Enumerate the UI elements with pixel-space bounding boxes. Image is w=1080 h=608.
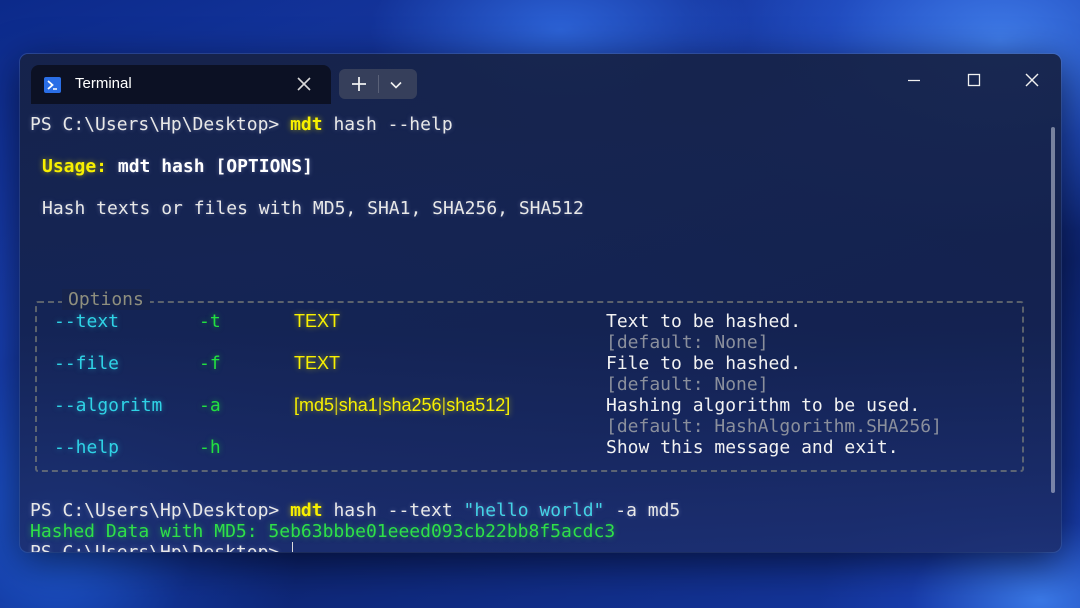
option-desc: Hashing algorithm to be used. xyxy=(606,395,921,416)
scrollbar[interactable] xyxy=(1051,127,1055,493)
close-tab-icon[interactable] xyxy=(294,74,314,94)
prompt: PS C:\Users\Hp\Desktop> xyxy=(30,500,280,521)
option-short: -a xyxy=(199,395,221,416)
usage-text: mdt hash [OPTIONS] xyxy=(117,156,313,177)
option-default: [default: HashAlgorithm.SHA256] xyxy=(606,416,942,437)
minimize-icon[interactable] xyxy=(904,70,924,90)
command-line: PS C:\Users\Hp\Desktop> mdt hash --text … xyxy=(30,500,680,521)
quoted-argument: "hello world" xyxy=(463,500,605,521)
command-args: -a md5 xyxy=(615,500,681,521)
tab-label: Terminal xyxy=(75,75,132,92)
command-exe: mdt xyxy=(290,114,323,135)
prompt: PS C:\Users\Hp\Desktop> xyxy=(30,542,279,552)
option-short: -h xyxy=(199,437,221,458)
divider xyxy=(378,75,379,93)
option-short: -t xyxy=(199,311,221,332)
command-line[interactable]: PS C:\Users\Hp\Desktop> xyxy=(30,542,294,552)
command-args: hash --text xyxy=(333,500,453,521)
prompt: PS C:\Users\Hp\Desktop> xyxy=(30,114,280,135)
terminal-output[interactable]: PS C:\Users\Hp\Desktop> mdt hash --help … xyxy=(20,104,1061,552)
tab-terminal[interactable]: Terminal xyxy=(31,65,331,104)
option-long: --file xyxy=(54,353,120,374)
command-args: hash --help xyxy=(333,114,453,135)
title-bar[interactable]: Terminal xyxy=(20,54,1061,104)
option-type: TEXT xyxy=(294,353,341,373)
hash-result: Hashed Data with MD5: 5eb63bbbe01eeed093… xyxy=(30,521,616,542)
option-long: --text xyxy=(54,311,120,332)
chevron-down-icon[interactable] xyxy=(389,77,403,91)
terminal-window: Terminal PS C:\Users\Hp\Desktop> mdt has… xyxy=(20,54,1061,552)
option-default: [default: None] xyxy=(606,374,769,395)
options-title: Options xyxy=(62,289,150,310)
option-desc: Show this message and exit. xyxy=(606,437,899,458)
command-exe: mdt xyxy=(290,500,323,521)
command-line: PS C:\Users\Hp\Desktop> mdt hash --help xyxy=(30,114,453,135)
text-cursor xyxy=(292,542,294,552)
option-desc: Text to be hashed. xyxy=(606,311,802,332)
option-long: --algoritm xyxy=(54,395,163,416)
choice: sha256 xyxy=(382,395,442,415)
option-desc: File to be hashed. xyxy=(606,353,802,374)
description-line: Hash texts or files with MD5, SHA1, SHA2… xyxy=(42,198,584,219)
usage-line: Usage: mdt hash [OPTIONS] xyxy=(42,156,313,177)
maximize-icon[interactable] xyxy=(964,70,984,90)
choice: md5 xyxy=(299,395,335,415)
powershell-icon xyxy=(44,77,61,93)
option-short: -f xyxy=(199,353,221,374)
option-type-choices: [md5|sha1|sha256|sha512] xyxy=(294,395,511,415)
close-icon[interactable] xyxy=(1022,70,1042,90)
option-default: [default: None] xyxy=(606,332,769,353)
new-tab-group xyxy=(339,69,417,99)
option-type: TEXT xyxy=(294,311,341,331)
choice: sha1 xyxy=(338,395,378,415)
new-tab-plus-icon[interactable] xyxy=(351,76,367,92)
bracket-close: ] xyxy=(505,395,511,415)
option-long: --help xyxy=(54,437,120,458)
choice: sha512 xyxy=(446,395,506,415)
usage-label: Usage: xyxy=(42,156,108,177)
